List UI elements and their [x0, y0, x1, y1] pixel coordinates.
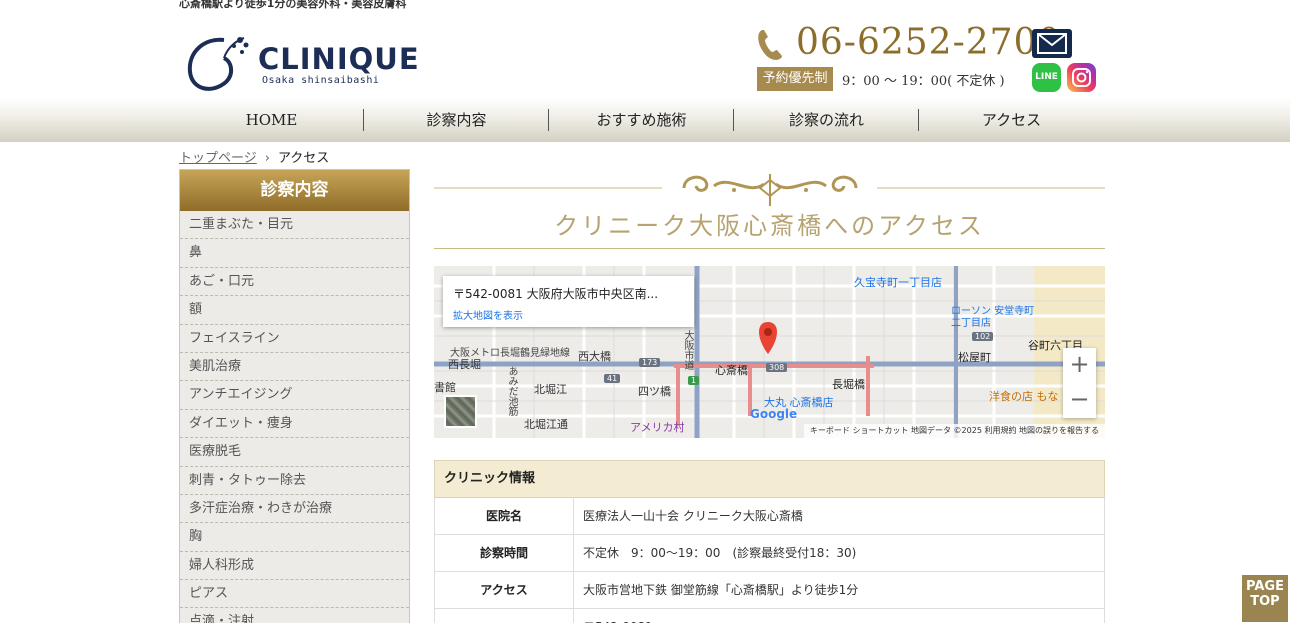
sidebar-item-chin-mouth[interactable]: あご・口元	[180, 268, 409, 297]
row-key	[435, 609, 574, 623]
nav-flow[interactable]: 診察の流れ	[734, 98, 919, 142]
global-nav: HOME 診察内容 おすすめ施術 診察の流れ アクセス	[0, 98, 1290, 142]
sidebar-item-faceline[interactable]: フェイスライン	[180, 325, 409, 353]
breadcrumb-current: アクセス	[277, 151, 330, 166]
road-number: 308	[766, 363, 788, 372]
table-row: 診察時間 不定休 9：00～19：00 (診察最終受付18：30)	[434, 535, 1105, 572]
map-label: 書館	[434, 381, 456, 394]
row-value: 大阪市営地下鉄 御堂筋線「心斎橋駅」より徒歩1分	[583, 583, 859, 597]
map-zoom-control: + −	[1063, 348, 1096, 418]
row-key: 医院名	[435, 498, 574, 534]
logo-subtext: Osaka shinsaibashi	[262, 75, 380, 86]
road-number: 41	[604, 374, 621, 383]
sidebar-item-diet[interactable]: ダイエット・痩身	[180, 410, 409, 439]
sidebar-heading: 診察内容	[180, 170, 409, 211]
sidebar-item-forehead[interactable]: 額	[180, 296, 409, 325]
title-ornament-icon	[434, 174, 1105, 206]
sidebar-item-piercing[interactable]: ピアス	[180, 580, 409, 609]
map-label: 西大橋	[578, 350, 611, 363]
google-map[interactable]: 大阪メトロ長堀鶴見緑地線 西大橋 西長堀 北堀江 四ツ橋 心斎橋 長堀橋 松屋町…	[434, 266, 1105, 438]
table-row: アクセス 大阪市営地下鉄 御堂筋線「心斎橋駅」より徒歩1分	[434, 572, 1105, 609]
map-label: 心斎橋	[715, 364, 748, 377]
map-info-card: 〒542-0081 大阪府大阪市中央区南... 拡大地図を表示	[443, 276, 694, 327]
sidebar-item-hair-removal[interactable]: 医療脱毛	[180, 438, 409, 467]
row-value: 不定休 9：00～19：00 (診察最終受付18：30)	[583, 546, 857, 560]
road-number: 173	[639, 358, 661, 367]
sidebar-item-skin[interactable]: 美肌治療	[180, 353, 409, 382]
sidebar-item-hyperhidrosis[interactable]: 多汗症治療・わきが治療	[180, 495, 409, 524]
business-hours: 9：00 ～ 19：00( 不定休 )	[842, 74, 1005, 89]
map-address: 〒542-0081 大阪府大阪市中央区南...	[453, 287, 659, 301]
page-top-button[interactable]: PAGE TOP	[1242, 575, 1288, 622]
sidebar-item-gynecology[interactable]: 婦人科形成	[180, 552, 409, 581]
breadcrumb-home-link[interactable]: トップページ	[179, 151, 257, 166]
sidebar-item-nose[interactable]: 鼻	[180, 239, 409, 268]
page: 心斎橋駅より徒歩1分の美容外科・美容皮膚科 CLINIQUE Osaka shi…	[0, 0, 1290, 623]
map-enlarge-link[interactable]: 拡大地図を表示	[453, 307, 523, 322]
nav-access[interactable]: アクセス	[919, 98, 1104, 142]
phone-number[interactable]: 06-6252-2700	[796, 22, 1061, 63]
map-label: 四ツ橋	[638, 385, 671, 398]
sidebar-item-tattoo[interactable]: 刺青・タトゥー除去	[180, 467, 409, 495]
page-title: クリニーク大阪心斎橋へのアクセス	[554, 212, 985, 240]
map-label: あみだ池筋	[506, 366, 517, 416]
row-key: 診察時間	[435, 535, 574, 571]
road-number: 1	[688, 376, 700, 385]
logo-text: CLINIQUE	[258, 42, 420, 76]
zoom-out-button[interactable]: −	[1063, 383, 1096, 418]
mail-icon[interactable]	[1032, 29, 1072, 58]
satellite-toggle-icon[interactable]	[444, 395, 477, 428]
site-tagline: 心斎橋駅より徒歩1分の美容外科・美容皮膚科	[179, 0, 407, 10]
clinic-info-heading: クリニック情報	[434, 460, 1105, 498]
google-logo: Google	[750, 407, 798, 421]
zoom-in-button[interactable]: +	[1063, 348, 1096, 383]
map-label: 長堀橋	[832, 378, 865, 391]
map-label: ローソン 安堂寺町二丁目店	[951, 306, 1035, 329]
road-number: 102	[972, 332, 994, 341]
nav-treatments[interactable]: 診察内容	[364, 98, 549, 142]
row-value: 〒542-0081	[574, 609, 653, 623]
title-divider	[434, 248, 1105, 249]
breadcrumb: トップページ › アクセス	[179, 147, 329, 166]
page-top-label: PAGE	[1246, 579, 1284, 594]
reservation-badge: 予約優先制	[757, 67, 833, 91]
sidebar-item-breast[interactable]: 胸	[180, 523, 409, 552]
map-label: 北堀江	[534, 383, 567, 396]
map-label: 洋食の店 もな	[989, 390, 1059, 403]
map-label: アメリカ村	[630, 421, 685, 434]
line-icon[interactable]: LINE	[1032, 63, 1061, 92]
row-value: 医療法人一山十会 クリニーク大阪心斎橋	[583, 509, 803, 523]
instagram-icon[interactable]	[1067, 63, 1096, 92]
map-label: 大阪市道	[682, 330, 693, 370]
map-label: 久宝寺町一丁目店	[854, 276, 942, 289]
chevron-right-icon: ›	[264, 151, 270, 166]
row-key: アクセス	[435, 572, 574, 608]
page-top-label: TOP	[1250, 594, 1280, 609]
sidebar-item-anti-aging[interactable]: アンチエイジング	[180, 381, 409, 410]
nav-home[interactable]: HOME	[179, 98, 364, 142]
clinic-info-table: クリニック情報 医院名 医療法人一山十会 クリニーク大阪心斎橋 診察時間 不定休…	[434, 460, 1105, 623]
table-row: 医院名 医療法人一山十会 クリニーク大阪心斎橋	[434, 498, 1105, 535]
map-label: 西長堀	[448, 358, 481, 371]
phone-icon	[758, 30, 782, 60]
map-footer[interactable]: キーボード ショートカット 地図データ ©2025 利用規約 地図の誤りを報告す…	[803, 424, 1105, 438]
sidebar-item-eyes[interactable]: 二重まぶた・目元	[180, 211, 409, 240]
table-row: 〒542-0081	[434, 609, 1105, 623]
nav-recommended[interactable]: おすすめ施術	[549, 98, 734, 142]
map-label: 北堀江通	[524, 418, 568, 431]
map-label: 松屋町	[958, 351, 991, 364]
sidebar: 診察内容 二重まぶた・目元 鼻 あご・口元 額 フェイスライン 美肌治療 アンチ…	[179, 169, 410, 623]
sidebar-item-drip[interactable]: 点滴・注射	[180, 608, 409, 623]
